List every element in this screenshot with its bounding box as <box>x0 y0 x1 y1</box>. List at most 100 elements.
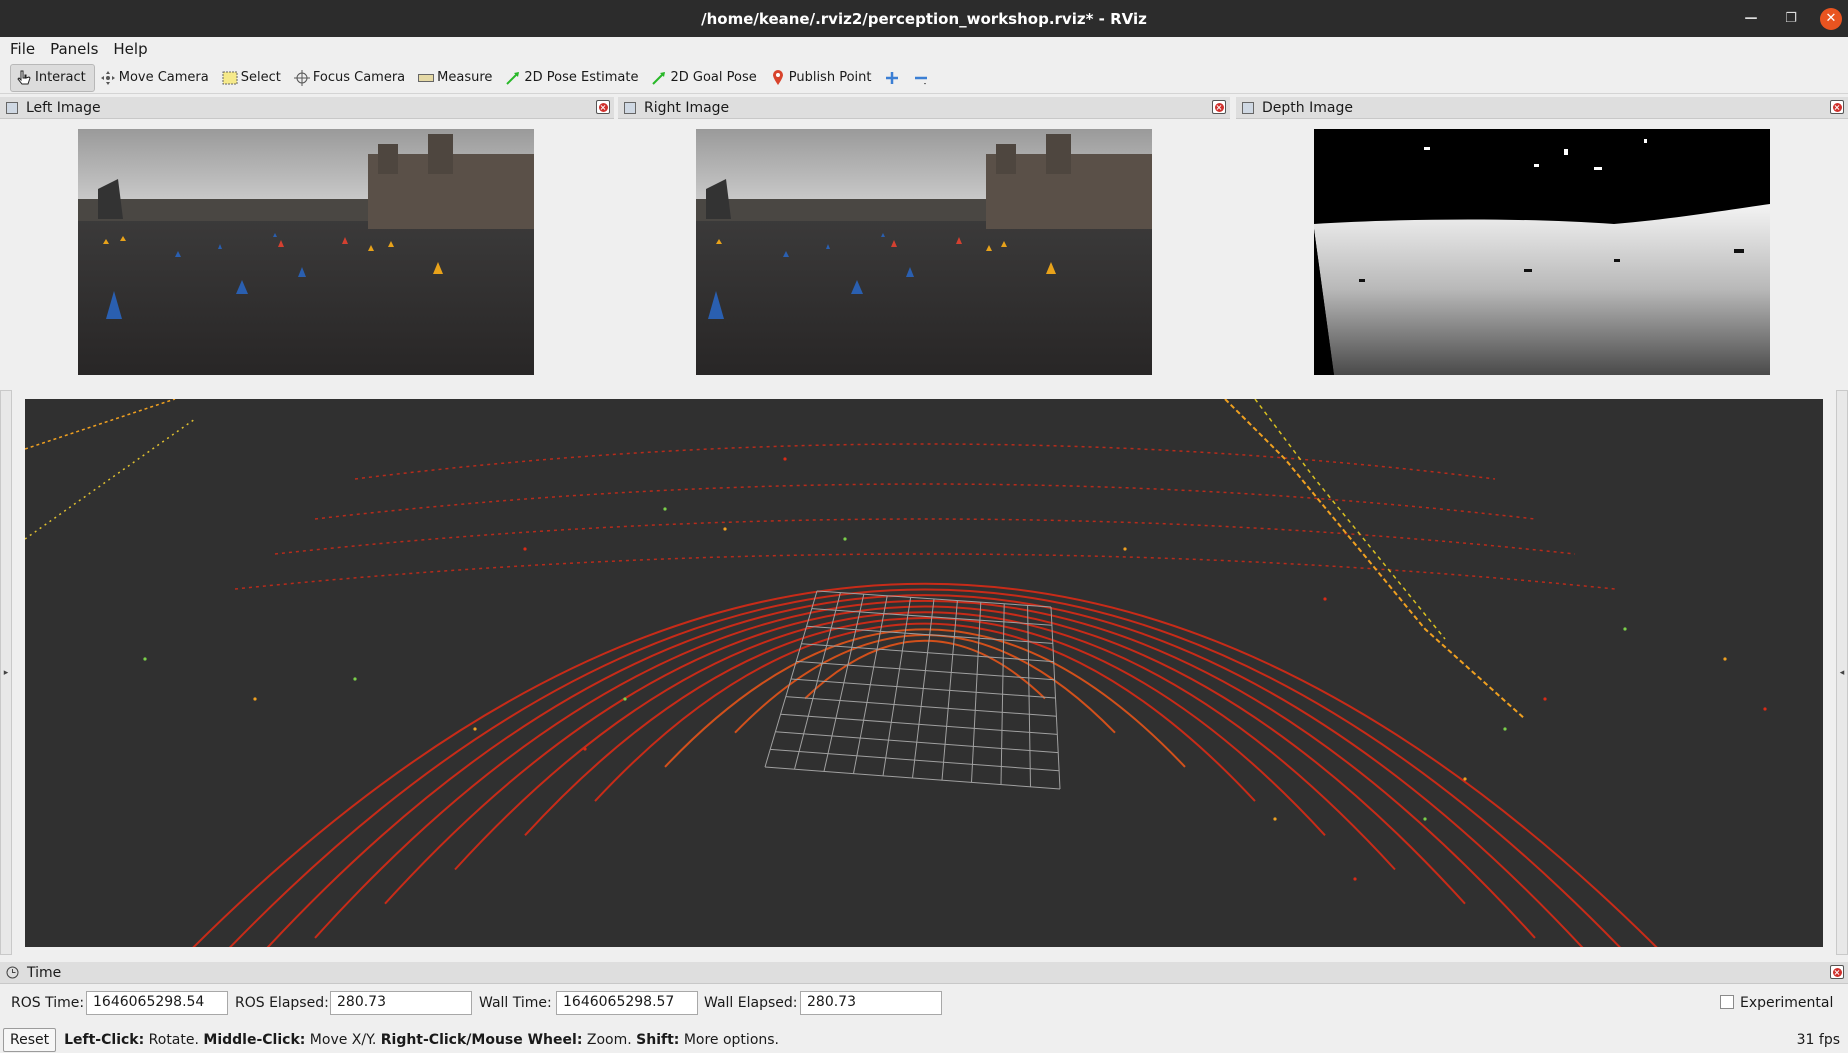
lidar-ring <box>314 600 1536 939</box>
lidar-point <box>1503 727 1507 731</box>
tool-label: Publish Point <box>788 70 872 85</box>
wall-time-field[interactable]: 1646065298.57 <box>556 991 698 1015</box>
lidar-point <box>143 657 147 661</box>
tree-points <box>24 418 196 540</box>
building-points <box>1254 398 1446 640</box>
3d-render-view[interactable] <box>24 398 1823 1042</box>
close-panel-icon[interactable]: × <box>1830 100 1844 114</box>
right-dock-handle[interactable]: ◂ <box>1836 390 1848 955</box>
lidar-point <box>783 457 787 461</box>
tool-label: Select <box>240 70 281 85</box>
lidar-point <box>1323 597 1327 601</box>
panel-title: Depth Image <box>1262 99 1353 116</box>
window-titlebar: /home/keane/.rviz2/perception_workshop.r… <box>0 0 1848 37</box>
ros-elapsed-label: ROS Elapsed: <box>235 995 329 1011</box>
minimize-icon[interactable]: — <box>1740 8 1762 30</box>
lidar-point <box>473 727 477 731</box>
lidar-ring <box>804 639 1046 700</box>
cursor-hand-icon <box>16 70 32 86</box>
hint-key: Middle-Click: <box>203 1032 306 1048</box>
panel-title: Time <box>27 964 62 981</box>
hint-key: Right-Click/Mouse Wheel: <box>380 1032 583 1048</box>
grid-line <box>785 696 1057 717</box>
grid-line <box>775 731 1059 754</box>
menu-help[interactable]: Help <box>103 40 152 58</box>
lidar-point <box>353 677 357 681</box>
close-panel-icon[interactable]: × <box>1830 965 1844 979</box>
tool-select[interactable]: Select <box>217 64 289 92</box>
depth-image <box>1314 129 1770 375</box>
close-window-icon[interactable]: ✕ <box>1820 7 1842 30</box>
tool-focus-camera[interactable]: Focus Camera <box>289 64 413 92</box>
close-panel-icon[interactable]: × <box>1212 100 1226 114</box>
lidar-ring <box>174 588 1676 1007</box>
left-dock-handle[interactable]: ▸ <box>0 390 12 955</box>
ruler-icon <box>418 70 435 86</box>
add-tool-button[interactable] <box>879 64 908 92</box>
tree-points <box>24 398 176 450</box>
green-arrow-icon <box>651 70 667 86</box>
hint-key: Left-Click: <box>64 1032 145 1048</box>
lidar-ring <box>104 582 1746 1042</box>
tool-measure[interactable]: Measure <box>413 64 500 92</box>
tool-2d-pose-estimate[interactable]: 2D Pose Estimate <box>500 64 646 92</box>
wall-elapsed-label: Wall Elapsed: <box>704 995 798 1011</box>
tool-publish-point[interactable]: Publish Point <box>765 64 880 92</box>
lidar-point <box>663 507 667 511</box>
grid-line <box>780 713 1058 735</box>
lidar-point <box>723 527 727 531</box>
lidar-point <box>843 537 847 541</box>
lidar-ring <box>244 594 1606 973</box>
reset-button[interactable]: Reset <box>3 1028 57 1052</box>
fps-readout: 31 fps <box>1796 1032 1840 1048</box>
tool-interact[interactable]: Interact <box>10 63 95 92</box>
lidar-far-line <box>354 443 1496 480</box>
hint-text: More options. <box>679 1032 779 1048</box>
lidar-point <box>253 697 257 701</box>
lidar-point <box>1123 547 1127 551</box>
ros-elapsed-field[interactable]: 280.73 <box>330 991 472 1015</box>
tool-move-camera[interactable]: Move Camera <box>95 64 217 92</box>
clock-icon <box>6 966 19 979</box>
lidar-point <box>1463 777 1467 781</box>
lidar-point <box>1723 657 1727 661</box>
lidar-point <box>1273 817 1277 821</box>
hint-text: Zoom. <box>582 1032 637 1048</box>
tool-label: Interact <box>35 70 86 85</box>
right-image-panel-header: Right Image × <box>618 97 1230 119</box>
tool-2d-goal-pose[interactable]: 2D Goal Pose <box>646 64 764 92</box>
menubar: File Panels Help <box>0 37 1848 61</box>
lidar-point <box>1763 707 1767 711</box>
lidar-ring <box>734 634 1116 734</box>
lidar-point <box>623 697 627 701</box>
hint-text: Rotate. <box>144 1032 204 1048</box>
panel-title: Right Image <box>644 99 730 116</box>
lidar-ring <box>454 611 1396 871</box>
hint-key: Shift: <box>636 1032 680 1048</box>
lidar-point <box>1623 627 1627 631</box>
panel-title: Left Image <box>26 99 101 116</box>
menu-file[interactable]: File <box>0 40 40 58</box>
tool-label: Focus Camera <box>312 70 406 85</box>
close-panel-icon[interactable]: × <box>596 100 610 114</box>
tool-label: Move Camera <box>118 70 209 85</box>
tool-label: Measure <box>437 70 493 85</box>
lidar-point <box>1423 817 1427 821</box>
plus-icon <box>884 70 900 86</box>
experimental-checkbox[interactable] <box>1720 995 1734 1009</box>
lidar-point <box>523 547 527 551</box>
remove-tool-button[interactable] <box>908 64 937 92</box>
wall-elapsed-field[interactable]: 280.73 <box>800 991 942 1015</box>
lidar-far-line <box>314 483 1536 520</box>
ros-time-field[interactable]: 1646065298.54 <box>86 991 228 1015</box>
select-box-icon <box>222 70 238 86</box>
menu-panels[interactable]: Panels <box>40 40 103 58</box>
restore-icon[interactable]: ❐ <box>1780 8 1802 30</box>
lidar-point <box>583 747 587 751</box>
grid-line <box>790 678 1056 699</box>
ros-time-label: ROS Time: <box>11 995 85 1011</box>
lidar-ring <box>524 617 1326 836</box>
right-camera-image <box>696 129 1152 375</box>
panel-icon <box>1242 101 1254 114</box>
experimental-label: Experimental <box>1740 995 1834 1011</box>
